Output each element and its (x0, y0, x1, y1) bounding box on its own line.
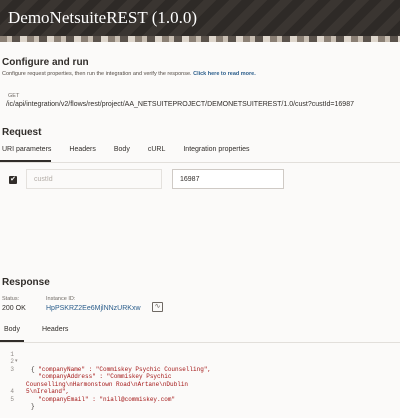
tab-uri-parameters[interactable]: URI parameters (0, 146, 52, 162)
status-value: 200 OK (2, 305, 26, 312)
http-method: GET (8, 93, 20, 99)
tab-curl[interactable]: cURL (148, 146, 166, 162)
request-tabs: URI parameters Headers Body cURL Integra… (0, 146, 268, 162)
request-tabs-divider (0, 162, 400, 163)
code-line-wrap: Counselling\nHarmonstown Road\nArtane\nD… (26, 380, 189, 388)
code-line-wrap: 5\nIreland", (26, 388, 70, 395)
tab-body[interactable]: Body (114, 146, 130, 162)
tab-integration-properties[interactable]: Integration properties (183, 146, 249, 162)
request-title: Request (2, 127, 42, 138)
code-line: 3 "companyAddress" : "Commiskey Psychic (10, 365, 172, 381)
configure-description: Configure request properties, then run t… (2, 71, 256, 77)
code-line: 1 ▾ { (10, 350, 35, 373)
app-header: DemoNetsuiteREST (1.0.0) (0, 0, 400, 42)
param-value-field[interactable]: 16987 (172, 169, 284, 189)
code-line: 2 "companyName" : "Commiskey Psychic Cou… (10, 358, 212, 373)
configure-description-text: Configure request properties, then run t… (2, 71, 192, 77)
code-line: 4 "companyEmail" : "niall@commiskey.com" (10, 388, 176, 403)
tab-headers[interactable]: Headers (69, 146, 95, 162)
response-title: Response (2, 277, 50, 288)
status-label: Status: (2, 296, 20, 302)
activity-stream-icon[interactable]: ∿ (152, 302, 163, 312)
configure-title: Configure and run (2, 57, 89, 68)
param-name-field[interactable]: custId (26, 169, 162, 189)
tab-response-body[interactable]: Body (0, 326, 24, 342)
response-tabs: Body Headers (0, 326, 86, 342)
response-body-editor: 1 ▾ { 2 "companyName" : "Commiskey Psych… (0, 343, 400, 411)
instance-id-link[interactable]: HpPSKRZ2Ee6MjlNNzURKxw (46, 305, 141, 312)
code-line: 5 } (10, 395, 35, 411)
page-title: DemoNetsuiteREST (1.0.0) (8, 8, 198, 27)
read-more-link[interactable]: Click here to read more. (193, 71, 256, 77)
header-decoration (0, 36, 400, 42)
param-enabled-checkbox[interactable]: ✔ (9, 176, 17, 184)
tab-response-headers[interactable]: Headers (42, 326, 68, 342)
instance-id-label: Instance ID: (46, 296, 76, 302)
endpoint-url: /ic/api/integration/v2/flows/rest/projec… (6, 101, 354, 108)
